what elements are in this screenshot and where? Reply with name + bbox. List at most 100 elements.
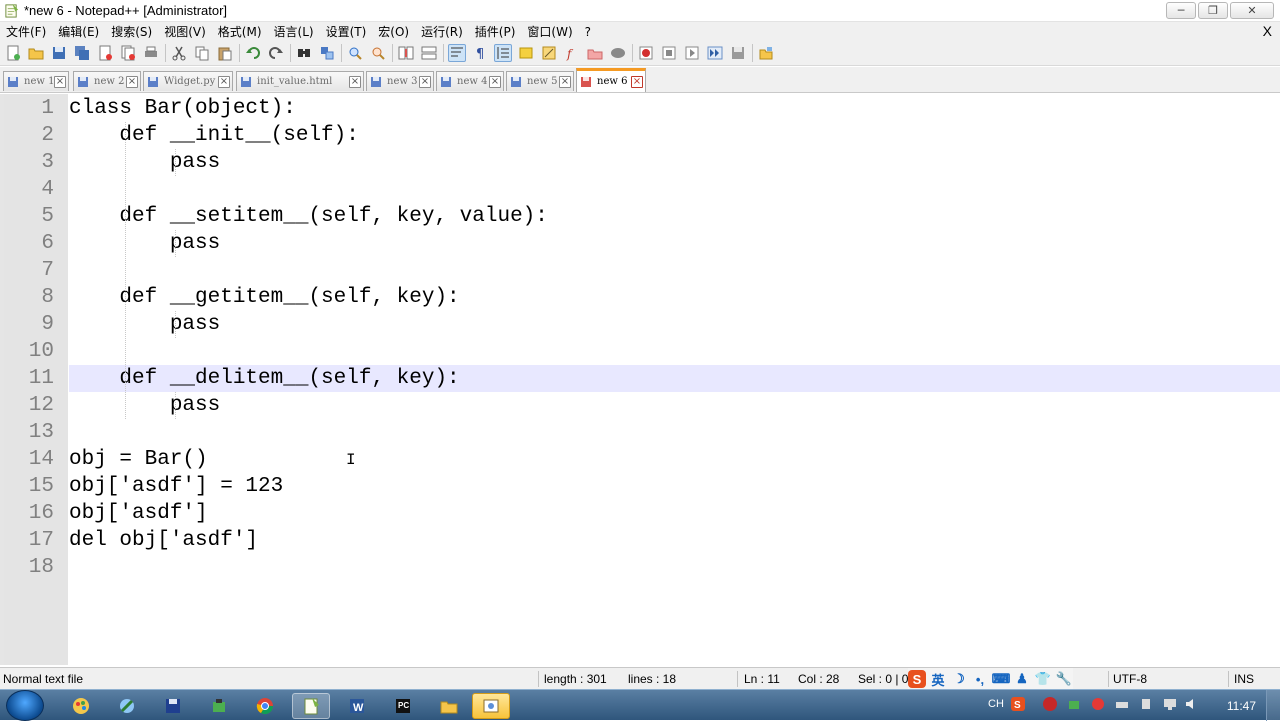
user-defined-lang-icon[interactable] xyxy=(517,44,535,62)
save-macro-icon[interactable] xyxy=(729,44,747,62)
close-tab-icon[interactable]: × xyxy=(631,75,643,88)
code-line[interactable]: del obj['asdf'] xyxy=(69,527,258,554)
code-line[interactable]: obj = Bar() xyxy=(69,446,208,473)
sync-vertical-icon[interactable] xyxy=(397,44,415,62)
function-list-icon[interactable]: f xyxy=(563,44,581,62)
find-icon[interactable] xyxy=(295,44,313,62)
menu-run[interactable]: 运行(R) xyxy=(415,23,469,40)
print-icon[interactable] xyxy=(142,44,160,62)
play-macro-icon[interactable] xyxy=(683,44,701,62)
tab-new-5[interactable]: new 5 × xyxy=(506,71,574,91)
code-line[interactable]: def __init__(self): xyxy=(69,122,358,149)
plugin-icon[interactable] xyxy=(757,44,775,62)
word-icon[interactable]: W xyxy=(338,693,376,719)
chrome-icon[interactable] xyxy=(246,693,284,719)
close-file-icon[interactable] xyxy=(96,44,114,62)
keyboard-icon[interactable]: ⌨ xyxy=(992,670,1011,688)
record-tray-icon[interactable] xyxy=(1090,696,1106,715)
open-file-icon[interactable] xyxy=(27,44,45,62)
minimize-button[interactable]: ─ xyxy=(1166,2,1196,19)
close-tab-icon[interactable]: × xyxy=(559,75,571,88)
code-line[interactable]: obj['asdf'] = 123 xyxy=(69,473,283,500)
input-language[interactable]: CH xyxy=(988,698,1004,710)
new-file-icon[interactable] xyxy=(4,44,22,62)
photo-viewer-icon[interactable] xyxy=(472,693,510,719)
stop-record-icon[interactable] xyxy=(660,44,678,62)
ime-language-toggle[interactable]: 英 xyxy=(929,670,947,688)
menu-edit[interactable]: 编辑(E) xyxy=(52,23,105,40)
code-line[interactable]: pass xyxy=(69,149,220,176)
code-line[interactable]: class Bar(object): xyxy=(69,95,296,122)
network-tray-icon[interactable] xyxy=(1162,696,1178,715)
sync-horizontal-icon[interactable] xyxy=(420,44,438,62)
copy-icon[interactable] xyxy=(193,44,211,62)
sogou-tray-icon[interactable]: S xyxy=(1010,696,1026,715)
doc-map-icon[interactable] xyxy=(540,44,558,62)
code-line[interactable]: obj['asdf'] xyxy=(69,500,208,527)
menu-file[interactable]: 文件(F) xyxy=(0,23,52,40)
explorer-icon[interactable] xyxy=(430,693,468,719)
menu-help[interactable]: ? xyxy=(579,25,597,39)
menu-plugins[interactable]: 插件(P) xyxy=(469,23,522,40)
code-line[interactable]: def __getitem__(self, key): xyxy=(69,284,459,311)
indent-guide-icon[interactable] xyxy=(494,44,512,62)
menu-view[interactable]: 视图(V) xyxy=(158,23,212,40)
code-line[interactable]: def __delitem__(self, key): xyxy=(69,365,459,392)
zoom-out-icon[interactable] xyxy=(369,44,387,62)
skin-icon[interactable]: 👕 xyxy=(1034,670,1052,688)
maximize-button[interactable]: ❐ xyxy=(1198,2,1228,19)
menu-macro[interactable]: 宏(O) xyxy=(372,23,415,40)
close-tab-icon[interactable]: × xyxy=(419,75,431,88)
folder-workspace-icon[interactable] xyxy=(586,44,604,62)
antivirus-icon[interactable] xyxy=(1042,696,1058,715)
save-icon[interactable] xyxy=(50,44,68,62)
printer-tray-icon[interactable] xyxy=(1114,696,1130,715)
punctuation-icon[interactable]: •, xyxy=(971,670,989,688)
code-line[interactable]: def __setitem__(self, key, value): xyxy=(69,203,547,230)
clock[interactable]: 11:47 xyxy=(1227,699,1256,713)
tab-widget-py[interactable]: Widget.py × xyxy=(143,71,233,91)
close-tab-icon[interactable]: × xyxy=(126,75,138,88)
close-document-button[interactable]: X xyxy=(1263,23,1272,39)
usb-tray-icon[interactable] xyxy=(1138,696,1154,715)
close-tab-icon[interactable]: × xyxy=(54,75,66,88)
tab-new-1[interactable]: new 1 × xyxy=(3,71,69,91)
close-tab-icon[interactable]: × xyxy=(349,75,361,88)
paste-icon[interactable] xyxy=(216,44,234,62)
monitoring-icon[interactable] xyxy=(609,44,627,62)
close-tab-icon[interactable]: × xyxy=(489,75,501,88)
user-icon[interactable]: ♟ xyxy=(1013,670,1031,688)
tab-new-6[interactable]: new 6 × xyxy=(576,68,646,92)
network-icon[interactable] xyxy=(108,693,146,719)
sogou-logo-icon[interactable]: S xyxy=(908,670,926,688)
code-line[interactable]: pass xyxy=(69,230,220,257)
tools-tray-icon[interactable] xyxy=(1066,696,1082,715)
zoom-in-icon[interactable] xyxy=(346,44,364,62)
undo-icon[interactable] xyxy=(244,44,262,62)
start-button[interactable] xyxy=(6,690,44,721)
word-wrap-icon[interactable] xyxy=(448,44,466,62)
menu-settings[interactable]: 设置(T) xyxy=(320,23,373,40)
tab-new-4[interactable]: new 4 × xyxy=(436,71,504,91)
wrench-icon[interactable]: 🔧 xyxy=(1055,670,1073,688)
redo-icon[interactable] xyxy=(267,44,285,62)
record-macro-icon[interactable] xyxy=(637,44,655,62)
close-button[interactable]: ✕ xyxy=(1230,2,1274,19)
menu-search[interactable]: 搜索(S) xyxy=(105,23,158,40)
cut-icon[interactable] xyxy=(170,44,188,62)
menu-language[interactable]: 语言(L) xyxy=(268,23,320,40)
moon-icon[interactable]: ☽ xyxy=(950,670,968,688)
tab-init-value-html[interactable]: init_value.html × xyxy=(236,71,364,91)
text-editor[interactable]: 1 2 3 4 5 6 7 8 9 10 11 12 13 14 15 16 17 18 class Bar(ob… xyxy=(0,94,1280,665)
close-all-icon[interactable] xyxy=(119,44,137,62)
tab-new-3[interactable]: new 3 × xyxy=(366,71,434,91)
volume-icon[interactable] xyxy=(1184,696,1200,715)
save-all-icon[interactable] xyxy=(73,44,91,62)
replace-icon[interactable] xyxy=(318,44,336,62)
paint-icon[interactable] xyxy=(62,693,100,719)
pycharm-icon[interactable]: PC xyxy=(384,693,422,719)
code-line[interactable]: pass xyxy=(69,311,220,338)
tools-icon[interactable] xyxy=(200,693,238,719)
code-line[interactable]: pass xyxy=(69,392,220,419)
tab-new-2[interactable]: new 2 × xyxy=(73,71,141,91)
